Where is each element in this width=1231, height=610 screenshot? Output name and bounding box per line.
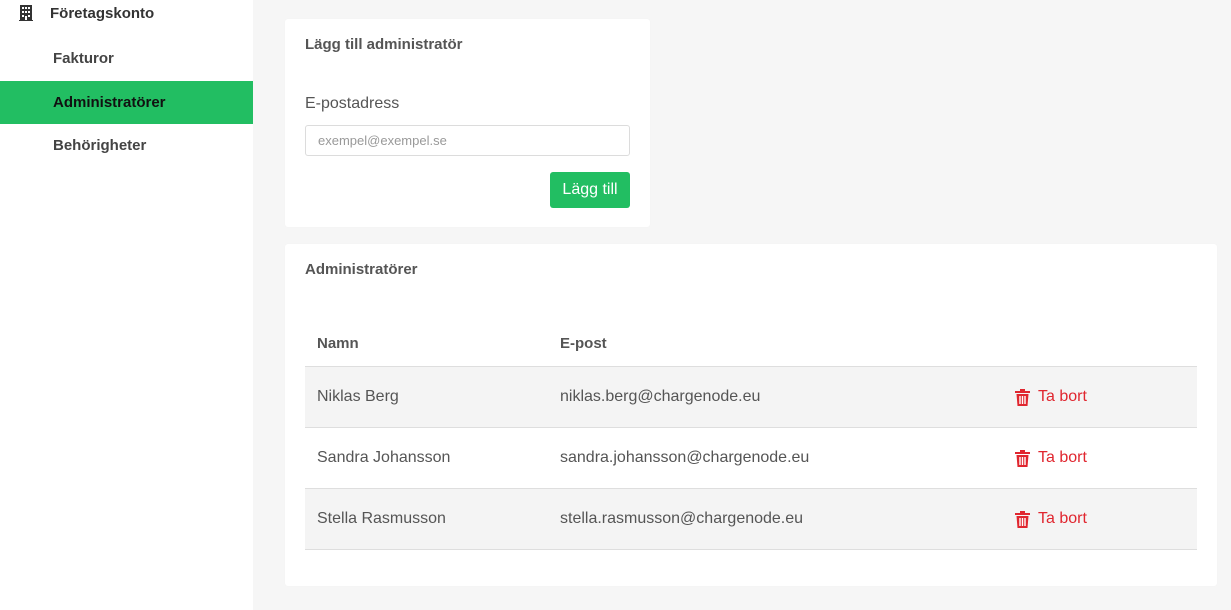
remove-admin-label: Ta bort [1038,449,1087,466]
email-input[interactable] [305,125,630,156]
remove-admin-label: Ta bort [1038,388,1087,405]
sidebar-item-administratorer[interactable]: Administratörer [0,81,253,124]
remove-admin-button[interactable]: Ta bort [1015,510,1197,528]
admins-table: Namn E-post Niklas Berg niklas.berg@char… [305,320,1197,550]
add-admin-card: Lägg till administratör E-postadress Läg… [285,19,650,227]
add-admin-title: Lägg till administratör [305,36,463,53]
admin-name: Stella Rasmusson [317,510,446,527]
remove-admin-button[interactable]: Ta bort [1015,449,1197,467]
email-label: E-postadress [305,95,400,112]
table-row: Niklas Berg niklas.berg@chargenode.eu Ta… [305,367,1197,428]
sidebar-header: Företagskonto [0,0,253,30]
column-header-email: E-post [560,334,607,352]
admin-name: Sandra Johansson [317,449,451,466]
admin-email: niklas.berg@chargenode.eu [560,388,761,405]
remove-admin-label: Ta bort [1038,510,1087,527]
trash-icon [1015,388,1030,406]
trash-icon [1015,510,1030,528]
admins-title: Administratörer [305,261,418,278]
admins-card: Administratörer Namn E-post Niklas Berg … [285,244,1217,586]
admin-email: sandra.johansson@chargenode.eu [560,449,810,466]
admin-name: Niklas Berg [317,388,399,405]
sidebar-item-fakturor[interactable]: Fakturor [0,37,253,80]
sidebar: Företagskonto Fakturor Administratörer B… [0,0,253,610]
column-header-name: Namn [317,334,359,352]
remove-admin-button[interactable]: Ta bort [1015,388,1197,406]
table-row: Stella Rasmusson stella.rasmusson@charge… [305,489,1197,550]
table-header: Namn E-post [305,320,1197,367]
table-row: Sandra Johansson sandra.johansson@charge… [305,428,1197,489]
add-admin-button[interactable]: Lägg till [550,172,630,208]
trash-icon [1015,449,1030,467]
building-icon [19,5,33,21]
sidebar-header-label: Företagskonto [50,5,155,22]
sidebar-item-behorigheter[interactable]: Behörigheter [0,124,253,167]
admin-email: stella.rasmusson@chargenode.eu [560,510,804,527]
